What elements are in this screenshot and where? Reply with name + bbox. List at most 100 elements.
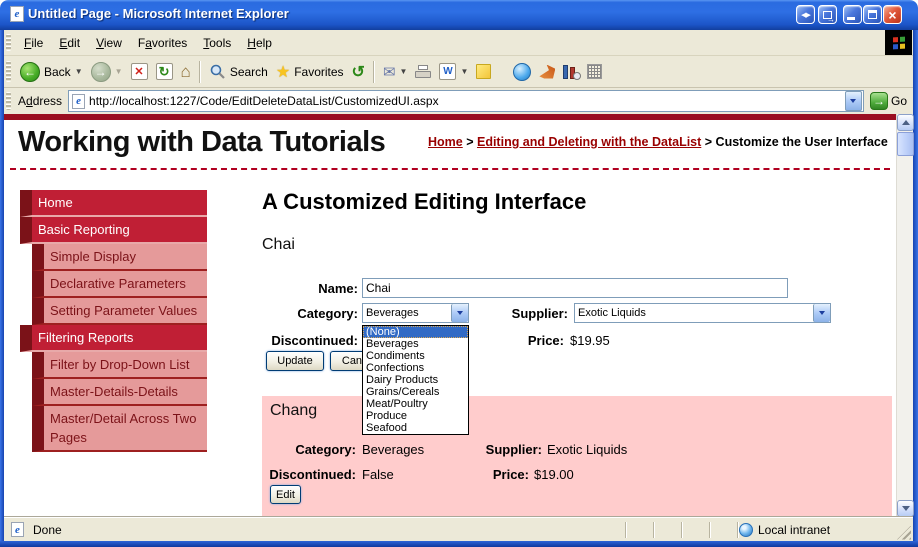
category-option[interactable]: Seafood [363,422,468,434]
status-pane-divider [709,521,711,538]
menu-help[interactable]: Help [239,33,280,53]
breadcrumb-link[interactable]: Home [428,135,463,149]
resize-grip[interactable] [897,525,911,540]
vertical-scrollbar[interactable] [896,114,914,517]
arrow-down-icon [901,506,910,515]
research-button[interactable] [559,62,583,81]
page-title: A Customized Editing Interface [262,189,587,214]
category-select[interactable]: Beverages [362,303,469,323]
category-option[interactable]: Produce [363,410,468,422]
home-button[interactable]: ⌂ [177,60,195,84]
category-option[interactable]: Dairy Products [363,374,468,386]
stop-button[interactable]: ✕ [127,61,152,82]
mail-dropdown-icon: ▼ [399,67,408,76]
category-option[interactable]: Grains/Cereals [363,386,468,398]
address-combo: e [68,90,864,112]
menu-view[interactable]: View [88,33,130,53]
category-option[interactable]: Condiments [363,350,468,362]
flame-icon [539,64,556,79]
menu-tools[interactable]: Tools [195,33,239,53]
close-icon: × [888,6,897,23]
minimize-button[interactable] [843,5,862,24]
category-option[interactable]: Confections [363,362,468,374]
supplier-select-value: Exotic Liquids [578,307,646,319]
books-icon [563,64,582,80]
category-option[interactable]: (None) [363,326,468,338]
update-button[interactable]: Update [266,351,324,371]
name-input[interactable] [362,278,788,298]
sidebar-item-simple-display[interactable]: Simple Display [32,244,207,271]
breadcrumb-link[interactable]: Editing and Deleting with the DataList [477,135,701,149]
sidebar-item-master-detail-across-two-pages[interactable]: Master/Detail Across Two Pages [32,406,207,452]
supplier-select-arrow[interactable] [813,304,830,322]
status-text: Done [33,522,62,537]
go-button[interactable]: → Go [864,92,913,110]
dashed-divider [10,168,890,170]
scrollbar-thumb[interactable] [897,132,914,156]
category-option[interactable]: Meat/Poultry [363,398,468,410]
sidebar-item-declarative-parameters[interactable]: Declarative Parameters [32,271,207,298]
name-label: Name: [318,281,358,296]
word-dropdown-icon: ▼ [460,67,469,76]
discontinued-label: Discontinued: [271,333,358,348]
category-listbox: (None) Beverages Condiments Confections Dair… [362,325,469,435]
encoding-button[interactable] [583,62,606,81]
supplier-value: Exotic Liquids [547,442,628,457]
menu-edit[interactable]: Edit [51,33,88,53]
mail-icon: ✉ [382,63,396,81]
menubar-grip[interactable] [6,33,11,52]
popout-button[interactable] [818,5,837,24]
back-label: Back [44,64,71,79]
addressbar-grip[interactable] [6,91,11,111]
breadcrumb: Home > Editing and Deleting with the Dat… [428,134,890,150]
window-border-right [913,30,918,547]
category-label: Category: [295,442,356,457]
sidebar-item-filtering-reports[interactable]: Filtering Reports [20,325,207,352]
history-button[interactable]: ↺ [348,60,369,84]
mail-button[interactable]: ✉ ▼ [379,61,412,83]
sidebar-item-master-details-details[interactable]: Master-Details-Details [32,379,207,406]
sidebar-item-filter-by-drop-down-list[interactable]: Filter by Drop-Down List [32,352,207,379]
print-button[interactable] [411,63,435,80]
back-dropdown-icon: ▼ [74,67,83,76]
nav-arrows-button[interactable]: ◀▶ [796,5,815,24]
supplier-select[interactable]: Exotic Liquids [574,303,831,323]
nav-arrows-icon: ◀▶ [801,11,811,19]
item-title-chai: Chai [262,236,295,253]
scroll-up-button[interactable] [897,114,914,131]
forward-button[interactable]: → ▼ [87,60,127,84]
refresh-icon: ↻ [155,63,173,80]
breadcrumb-separator: > [701,135,716,149]
sidebar-item-setting-parameter-values[interactable]: Setting Parameter Values [32,298,207,325]
chevron-down-icon [850,99,857,106]
address-dropdown-button[interactable] [844,91,862,111]
maximize-icon [868,10,877,19]
chevron-down-icon [819,311,825,318]
edit-button[interactable]: Edit [270,485,301,504]
menu-file[interactable]: File [16,33,51,53]
maximize-button[interactable] [863,5,882,24]
back-button[interactable]: ← Back ▼ [16,60,87,84]
scroll-down-button[interactable] [897,500,914,517]
notes-button[interactable] [472,62,495,81]
breadcrumb-separator: > [462,135,477,149]
supplier-label: Supplier: [485,442,542,457]
address-input[interactable] [89,94,845,108]
quick-launch-button[interactable] [535,63,559,81]
sidebar-item-home[interactable]: Home [20,190,207,217]
address-label: Address [18,94,63,108]
toolbar-grip[interactable] [6,60,11,83]
close-button[interactable]: × [883,5,902,24]
word-icon: W [439,63,457,80]
search-button[interactable]: Search [205,61,272,82]
category-option[interactable]: Beverages [363,338,468,350]
home-icon: ⌂ [180,61,191,81]
menu-favorites[interactable]: Favorites [130,33,195,53]
favorites-button[interactable]: ★ Favorites [272,60,348,84]
edit-with-word-button[interactable]: W ▼ [435,61,472,82]
messenger-button[interactable] [509,61,535,83]
refresh-button[interactable]: ↻ [152,61,177,82]
price-value: $19.95 [570,333,610,348]
back-icon: ← [20,61,40,82]
sidebar-item-basic-reporting[interactable]: Basic Reporting [20,217,207,244]
